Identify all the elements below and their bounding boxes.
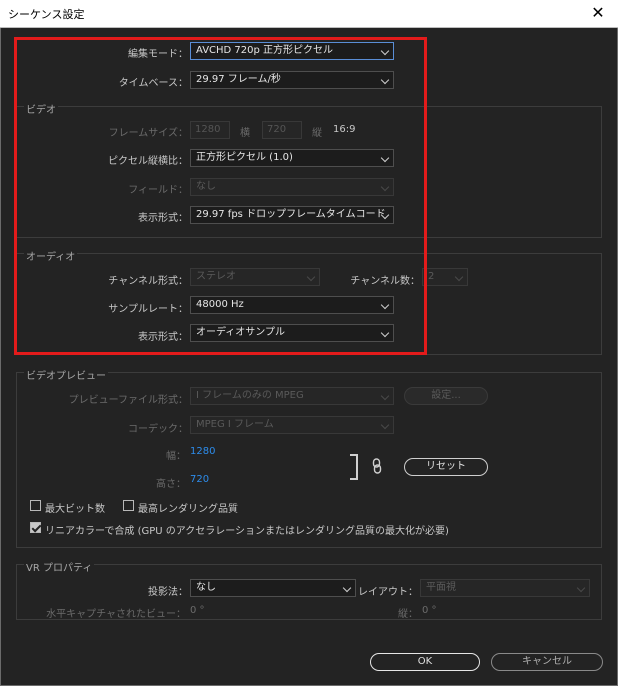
- close-icon[interactable]: ✕: [588, 2, 608, 24]
- horizontal-view-value[interactable]: 0 °: [190, 605, 205, 616]
- horizontal-view-label: 水平キャプチャされたビュー：: [46, 609, 186, 620]
- codec-select[interactable]: MPEG I フレーム: [190, 416, 394, 434]
- chevron-down-icon: [342, 583, 352, 593]
- vertical-label: 縦：: [398, 609, 418, 620]
- cancel-button[interactable]: キャンセル: [491, 653, 603, 671]
- vertical-value[interactable]: 0 °: [422, 605, 437, 616]
- linear-color-checkbox[interactable]: [30, 522, 41, 533]
- preview-width-label: 幅：: [166, 451, 186, 462]
- vr-section-title: VR プロパティ: [24, 559, 95, 574]
- max-bit-depth-checkbox[interactable]: [30, 500, 41, 511]
- reset-button[interactable]: リセット: [404, 458, 488, 476]
- aspect-link-bracket: [350, 454, 358, 480]
- chevron-down-icon: [576, 583, 586, 593]
- preview-file-format-label: プレビューファイル形式：: [68, 395, 188, 406]
- layout-select[interactable]: 平面視: [420, 579, 590, 597]
- channel-count-select[interactable]: 2: [422, 268, 468, 286]
- preview-height-label: 高さ：: [156, 479, 186, 490]
- video-preview-section-title: ビデオプレビュー: [24, 367, 108, 382]
- title-bar: シーケンス設定 ✕: [0, 0, 618, 28]
- link-icon[interactable]: [372, 458, 382, 474]
- preview-file-format-select[interactable]: I フレームのみの MPEG: [190, 387, 394, 405]
- window-title: シーケンス設定: [8, 8, 85, 21]
- linear-color-label: リニアカラーで合成 (GPU のアクセラレーションまたはレンダリング品質の最大化…: [45, 526, 449, 537]
- max-render-quality-checkbox[interactable]: [123, 500, 134, 511]
- preview-settings-button[interactable]: 設定...: [404, 387, 488, 405]
- chevron-down-icon: [454, 272, 464, 282]
- projection-select[interactable]: なし: [190, 579, 356, 597]
- ok-button[interactable]: OK: [370, 653, 480, 671]
- preview-height-value[interactable]: 720: [190, 474, 209, 485]
- max-bit-depth-label: 最大ビット数: [45, 504, 105, 515]
- layout-label: レイアウト：: [358, 587, 418, 598]
- preview-width-value[interactable]: 1280: [190, 446, 215, 457]
- highlight-box: [14, 37, 427, 355]
- codec-label: コーデック：: [128, 424, 188, 435]
- chevron-down-icon: [380, 391, 390, 401]
- max-render-quality-label: 最高レンダリング品質: [138, 504, 238, 515]
- projection-label: 投影法：: [148, 587, 188, 598]
- chevron-down-icon: [380, 420, 390, 430]
